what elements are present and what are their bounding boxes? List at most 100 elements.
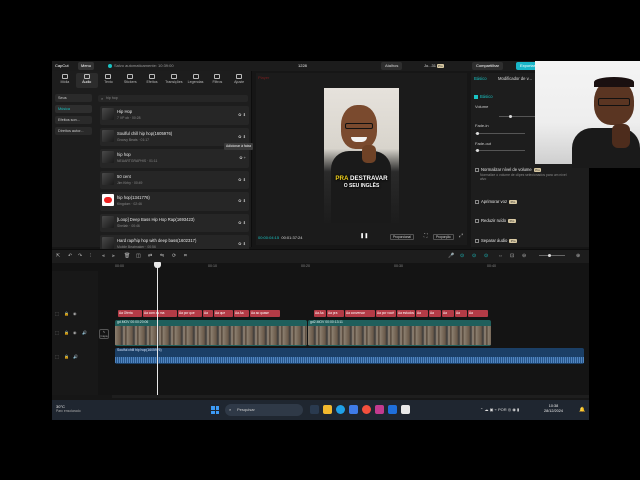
caption-clip[interactable]: Aa conversar	[345, 310, 375, 317]
category-sound-effects[interactable]: Efeitos son...	[55, 116, 92, 124]
tab-text[interactable]: Texto	[98, 73, 120, 88]
app-icon[interactable]	[375, 405, 384, 414]
video-clip[interactable]: gd2.MOV 00:00:13:11	[308, 320, 491, 346]
caption-clip[interactable]: Aa pra	[327, 310, 344, 317]
caption-clip[interactable]: Aa estudos	[397, 310, 415, 317]
split-left-icon[interactable]: ⫷	[102, 253, 105, 259]
caption-clip[interactable]: Aa	[416, 310, 428, 317]
split-icon[interactable]: ⫶	[90, 253, 91, 259]
split-audio-toggle[interactable]: Separar áudio Pro	[475, 238, 517, 243]
system-tray[interactable]: ⌃ ☁ ▣ ⌁ POR ◎ ◉ ▮	[480, 407, 519, 412]
list-item[interactable]: 50 cent Jim Kirby · 00:49 ✿ ⬇	[100, 170, 249, 189]
aspect-button[interactable]: Proporção	[433, 234, 454, 240]
mute-icon[interactable]: 🔊	[73, 354, 78, 359]
link-main-track-icon[interactable]: ⊙	[460, 253, 464, 259]
tab-media[interactable]: Mídia	[54, 73, 76, 88]
download-icon[interactable]: ✿ ⬇	[238, 241, 246, 246]
audio-clip[interactable]: Soulful chill hip hop(1605976)	[115, 348, 584, 364]
preview-axis-icon[interactable]: ⇔	[498, 253, 503, 259]
capcut-taskbar-icon[interactable]	[401, 405, 410, 414]
mic-icon[interactable]: 🎤	[448, 253, 454, 259]
tab-captions[interactable]: Legendas	[185, 73, 207, 88]
linkage-icon[interactable]: ⊙	[484, 253, 488, 259]
fadeout-slider-knob[interactable]	[476, 149, 479, 152]
caption-clip[interactable]: Aa Oferta	[118, 310, 142, 317]
zoom-slider[interactable]	[539, 255, 565, 256]
noise-checkbox[interactable]	[475, 218, 479, 223]
caption-clip[interactable]: Aa	[468, 310, 488, 317]
zoom-in-icon[interactable]: ⊕	[576, 253, 580, 259]
track-settings-icon[interactable]: ⬚	[55, 330, 59, 335]
caption-clip[interactable]: Aa ao quase	[250, 310, 280, 317]
task-view-icon[interactable]	[310, 405, 319, 414]
category-music[interactable]: Música	[55, 105, 92, 113]
tab-effects[interactable]: Efeitos	[141, 73, 163, 88]
share-button[interactable]: Compartilhar	[472, 62, 503, 70]
weather-widget[interactable]: 30°C Parc ensolarado	[56, 404, 81, 413]
app-icon[interactable]	[388, 405, 397, 414]
pause-button[interactable]: ❚❚	[360, 233, 368, 239]
user-account[interactable]: Jo...31 Pro	[424, 63, 444, 68]
shortcuts-button[interactable]: Atalhos	[381, 62, 403, 70]
caption-clip[interactable]: Aa	[429, 310, 441, 317]
windows-start-icon[interactable]	[211, 406, 219, 414]
split-right-icon[interactable]: ⫸	[112, 253, 115, 259]
clock[interactable]: 10:38 28/12/2024	[544, 404, 563, 414]
store-icon[interactable]	[349, 405, 358, 414]
list-item[interactable]: [Loop] Deep Bass Hip Hop Rap(1693423) She…	[100, 213, 249, 232]
time-ruler[interactable]: 00:00 00:10 00:20 00:30 00:40	[112, 263, 589, 271]
section-basic[interactable]: Básico	[474, 94, 493, 99]
edge-icon[interactable]	[336, 405, 345, 414]
crop-icon[interactable]: ⛶	[424, 233, 428, 239]
video-clip[interactable]: gd.MOV 00:00:20:06	[115, 320, 307, 346]
fit-icon[interactable]: ⊡	[510, 253, 514, 259]
mute-icon[interactable]: 🔊	[82, 330, 87, 335]
normalize-checkbox[interactable]	[475, 167, 479, 172]
redo-icon[interactable]: ↷	[78, 253, 82, 259]
undo-icon[interactable]: ↶	[68, 253, 72, 259]
visibility-icon[interactable]: ◉	[73, 330, 77, 335]
download-icon[interactable]: ✿ ⬇	[238, 198, 246, 203]
caption-clip[interactable]: Aa Aa	[234, 310, 249, 317]
enhance-checkbox[interactable]	[475, 199, 479, 204]
basic-checkbox[interactable]	[474, 94, 478, 99]
fadein-slider[interactable]	[475, 133, 525, 134]
crop-tool-icon[interactable]: ⌗	[184, 253, 187, 259]
caption-clip[interactable]: Aa	[442, 310, 454, 317]
rotate-icon[interactable]: ⟳	[172, 253, 176, 259]
volume-slider[interactable]	[499, 116, 539, 117]
list-item[interactable]: hip hop(1341776) Kingdom · 02:46 ✿ ⬇	[100, 192, 249, 211]
tab-voice-changer[interactable]: Modificador de v...	[498, 76, 532, 81]
tab-adjust[interactable]: Ajuste	[228, 73, 250, 88]
caption-clip[interactable]: Aa	[455, 310, 467, 317]
tab-transitions[interactable]: Transições	[163, 73, 185, 88]
magnet-icon[interactable]: ⊙	[472, 253, 476, 259]
caption-clip[interactable]: Aa que	[214, 310, 233, 317]
download-icon[interactable]: ✿ ⬇	[238, 134, 246, 139]
normalize-toggle[interactable]: Normalizar nível de volume Pro	[475, 167, 542, 172]
select-tool-icon[interactable]: ⇱	[56, 253, 60, 259]
fullscreen-icon[interactable]: ⤢	[459, 233, 463, 239]
zoom-out-icon[interactable]: ⊖	[522, 253, 526, 259]
project-name[interactable]: 1228	[298, 63, 307, 68]
mirror-icon[interactable]: ⇋	[160, 253, 164, 259]
fadein-slider-knob[interactable]	[476, 132, 479, 135]
enhance-voice-toggle[interactable]: Aprimorar voz Pro	[475, 199, 517, 204]
freeze-icon[interactable]: ◫	[136, 253, 141, 259]
delete-icon[interactable]: 🗑	[124, 253, 130, 259]
download-icon[interactable]: ✿ ⬇	[238, 220, 246, 225]
zoom-slider-knob[interactable]	[548, 254, 551, 257]
category-copyright[interactable]: Direitos autor...	[55, 127, 92, 135]
lock-icon[interactable]: 🔒	[64, 330, 69, 335]
tab-basic[interactable]: Básico	[474, 76, 487, 81]
lock-icon[interactable]: 🔒	[64, 354, 69, 359]
timeline-scrollbar[interactable]	[112, 395, 589, 398]
caption-clip[interactable]: Aa	[203, 310, 213, 317]
fadeout-slider[interactable]	[475, 150, 525, 151]
caption-clip[interactable]: Aa por que	[178, 310, 202, 317]
playhead-handle[interactable]	[154, 262, 161, 268]
download-icon[interactable]: ✿ ⬇	[238, 177, 246, 182]
cover-button[interactable]: ✎ Capa	[99, 329, 109, 339]
tab-filters[interactable]: Filtros	[206, 73, 228, 88]
split-checkbox[interactable]	[475, 238, 479, 243]
